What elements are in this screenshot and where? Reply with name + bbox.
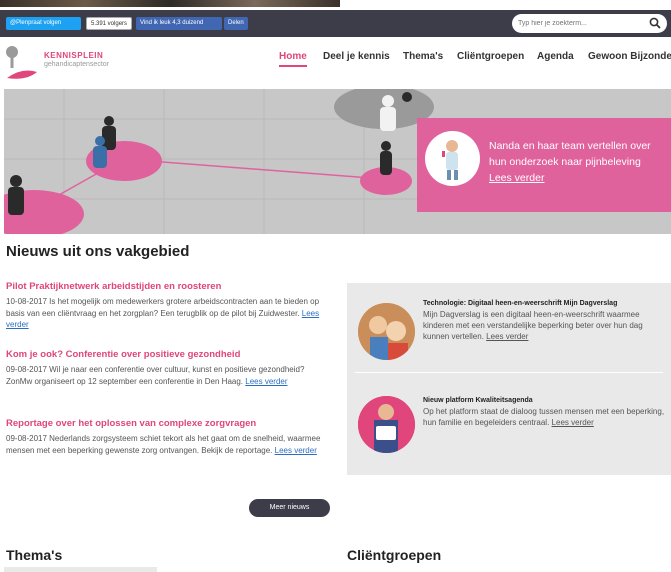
photo-strip — [0, 0, 340, 7]
news-item: Kom je ook? Conferentie over positieve g… — [6, 349, 331, 387]
featured-text: Technologie: Digitaal heen-en-weerschrif… — [423, 299, 665, 342]
featured-thumbnail[interactable] — [358, 303, 415, 360]
logo-title: KENNISPLEIN — [44, 51, 104, 60]
hero-text: Nanda en haar team vertellen over hun on… — [489, 138, 664, 186]
clientgroepen-section-title: Cliëntgroepen — [347, 547, 442, 563]
featured-title[interactable]: Nieuw platform Kwaliteitsagenda — [423, 396, 665, 406]
facebook-like-button[interactable]: Vind ik leuk 4,3 duizend — [136, 17, 222, 30]
news-read-more-link[interactable]: Lees verder — [275, 446, 317, 455]
news-item-text: 09-08-2017 Nederlands zorgsysteem schiet… — [6, 434, 321, 455]
facebook-share-button[interactable]: Delen — [224, 17, 248, 30]
nav-clientgroepen[interactable]: Cliëntgroepen — [457, 51, 524, 62]
news-item-body: 09-08-2017 Wil je naar een conferentie o… — [6, 364, 331, 387]
logo-subtitle: gehandicaptensector — [44, 61, 109, 68]
nav-home[interactable]: Home — [279, 51, 307, 67]
news-section-title: Nieuws uit ons vakgebied — [6, 243, 190, 260]
search-icon[interactable] — [649, 17, 661, 29]
top-bar: @Plenpraat volgen 5.391 volgers Vind ik … — [0, 10, 671, 37]
themas-section-title: Thema's — [6, 547, 63, 563]
featured-read-more-link[interactable]: Lees verder — [552, 418, 594, 427]
more-news-button[interactable]: Meer nieuws — [249, 499, 330, 517]
news-item-body: 10-08-2017 Is het mogelijk om medewerker… — [6, 296, 331, 331]
nav-agenda[interactable]: Agenda — [537, 51, 574, 62]
featured-panel: Technologie: Digitaal heen-en-weerschrif… — [347, 283, 671, 475]
twitter-follower-count: 5.391 volgers — [86, 17, 132, 30]
featured-description: Op het platform staat de dialoog tussen … — [423, 407, 665, 427]
featured-read-more-link[interactable]: Lees verder — [486, 332, 528, 341]
logo-mark-icon — [6, 46, 37, 79]
featured-body: Op het platform staat de dialoog tussen … — [423, 406, 665, 428]
themas-panel-edge — [4, 567, 157, 572]
hero-banner: Nanda en haar team vertellen over hun on… — [4, 89, 671, 234]
children-photo-icon — [358, 303, 415, 360]
nav-themas[interactable]: Thema's — [403, 51, 443, 62]
featured-text: Nieuw platform Kwaliteitsagenda Op het p… — [423, 396, 665, 428]
site-logo[interactable]: KENNISPLEIN gehandicaptensector — [4, 45, 164, 85]
nav-deel-je-kennis[interactable]: Deel je kennis — [323, 51, 390, 62]
news-item-text: 10-08-2017 Is het mogelijk om medewerker… — [6, 297, 320, 318]
site-header: KENNISPLEIN gehandicaptensector Home Dee… — [0, 37, 671, 89]
featured-body: Mijn Dagverslag is een digitaal heen-en-… — [423, 309, 665, 342]
hero-portrait — [425, 131, 480, 186]
top-image-strip — [0, 0, 671, 10]
search-box — [512, 14, 667, 33]
news-item-body: 09-08-2017 Nederlands zorgsysteem schiet… — [6, 433, 331, 456]
featured-thumbnail[interactable] — [358, 396, 415, 453]
news-item-title[interactable]: Kom je ook? Conferentie over positieve g… — [6, 349, 331, 361]
divider — [355, 372, 663, 373]
featured-title[interactable]: Technologie: Digitaal heen-en-weerschrif… — [423, 299, 665, 309]
search-input[interactable] — [518, 17, 646, 30]
news-item: Pilot Praktijknetwerk arbeidstijden en r… — [6, 281, 331, 331]
hero-description: Nanda en haar team vertellen over hun on… — [489, 140, 651, 168]
person-with-sign-icon — [358, 396, 415, 453]
nav-gewoon-bijzonder[interactable]: Gewoon Bijzonder — [588, 51, 671, 62]
hero-read-more-link[interactable]: Lees verder — [489, 172, 544, 184]
doctor-figure-icon — [442, 140, 458, 180]
twitter-follow-button[interactable]: @Plenpraat volgen — [6, 17, 81, 30]
news-read-more-link[interactable]: Lees verder — [245, 377, 287, 386]
news-item: Reportage over het oplossen van complexe… — [6, 418, 331, 456]
news-item-title[interactable]: Pilot Praktijknetwerk arbeidstijden en r… — [6, 281, 331, 293]
news-item-title[interactable]: Reportage over het oplossen van complexe… — [6, 418, 331, 430]
hero-callout: Nanda en haar team vertellen over hun on… — [417, 118, 671, 212]
featured-description: Mijn Dagverslag is een digitaal heen-en-… — [423, 310, 643, 341]
